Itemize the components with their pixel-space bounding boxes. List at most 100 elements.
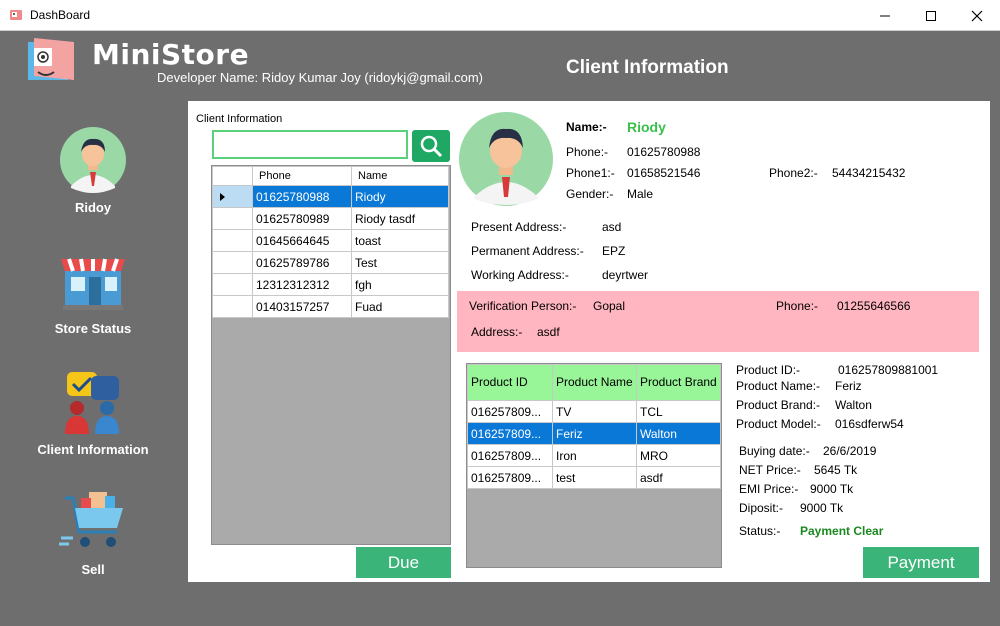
deposit-label: Diposit:-	[739, 501, 784, 515]
column-header-phone[interactable]: Phone	[252, 166, 352, 186]
table-row[interactable]: 01625789786 Test	[212, 251, 449, 274]
table-header-row: Product ID Product Name Product Brand	[467, 364, 721, 401]
present-address-label: Present Address:-	[471, 220, 567, 234]
cell-product-brand[interactable]: MRO	[636, 444, 721, 467]
client-chat-icon	[65, 372, 119, 434]
product-id-value: 016257809881001	[838, 363, 939, 377]
shopping-cart-icon	[59, 492, 123, 547]
status-label: Status:-	[739, 524, 781, 538]
table-row[interactable]: 01625780988 Riody	[212, 185, 449, 208]
cell-phone[interactable]: 01625789786	[252, 251, 352, 274]
minimize-button[interactable]	[862, 0, 908, 31]
client-grid: Phone Name 01625780988 Riody 01625780989…	[211, 165, 451, 545]
due-button[interactable]: Due	[356, 547, 451, 578]
row-selector[interactable]	[212, 295, 253, 318]
buying-date-value: 26/6/2019	[823, 444, 877, 458]
cell-phone[interactable]: 01625780989	[252, 207, 352, 230]
ministore-logo-icon	[28, 38, 74, 80]
minimize-icon	[880, 15, 890, 16]
cell-name[interactable]: Test	[351, 251, 449, 274]
phone-value: 01625780988	[627, 145, 701, 159]
cell-product-id[interactable]: 016257809...	[467, 422, 553, 445]
buying-date-label: Buying date:-	[739, 444, 810, 458]
net-price-value: 5645 Tk	[814, 463, 858, 477]
phone-label: Phone:-	[566, 145, 609, 159]
cell-name[interactable]: fgh	[351, 273, 449, 296]
verification-box: Verification Person:- Gopal Phone:- 0125…	[457, 291, 979, 352]
client-name-value: Riody	[627, 119, 666, 135]
permanent-address-label: Permanent Address:-	[471, 244, 584, 258]
product-brand-label: Product Brand:-	[736, 398, 821, 412]
cell-product-name[interactable]: TV	[552, 400, 637, 423]
payment-button[interactable]: Payment	[863, 547, 979, 578]
table-row[interactable]: 016257809... TV TCL	[467, 400, 721, 423]
cell-product-brand[interactable]: TCL	[636, 400, 721, 423]
sidebar-item-client-information[interactable]: Client Information	[0, 368, 186, 457]
cell-phone[interactable]: 01403157257	[252, 295, 352, 318]
product-model-label: Product Model:-	[736, 417, 821, 431]
cell-name[interactable]: Fuad	[351, 295, 449, 318]
row-selector[interactable]	[212, 251, 253, 274]
cell-product-brand[interactable]: Walton	[636, 422, 721, 445]
table-row[interactable]: 016257809... Iron MRO	[467, 444, 721, 467]
verification-phone-value: 01255646566	[837, 299, 911, 313]
store-icon	[61, 258, 125, 310]
close-button[interactable]	[954, 0, 1000, 31]
sidebar-item-store-status[interactable]: Store Status	[0, 247, 186, 336]
cell-phone[interactable]: 12312312312	[252, 273, 352, 296]
verification-address-label: Address:-	[471, 325, 523, 339]
window-titlebar: DashBoard	[0, 0, 1000, 31]
search-button[interactable]	[412, 130, 450, 162]
cell-product-name[interactable]: Iron	[552, 444, 637, 467]
row-selector[interactable]	[212, 273, 253, 296]
product-table: Product ID Product Name Product Brand 01…	[467, 364, 721, 489]
product-id-label: Product ID:-	[736, 363, 801, 377]
sidebar-item-label: Client Information	[37, 442, 149, 457]
verification-person-value: Gopal	[593, 299, 626, 313]
phone2-label: Phone2:-	[769, 166, 818, 180]
product-grid: Product ID Product Name Product Brand 01…	[466, 363, 722, 568]
cell-name[interactable]: Riody	[351, 185, 449, 208]
cell-product-name[interactable]: test	[552, 466, 637, 489]
cell-name[interactable]: toast	[351, 229, 449, 252]
cell-product-brand[interactable]: asdf	[636, 466, 721, 489]
table-row[interactable]: 016257809... test asdf	[467, 466, 721, 489]
user-avatar-icon	[60, 127, 126, 193]
emi-price-value: 9000 Tk	[810, 482, 854, 496]
maximize-button[interactable]	[908, 0, 954, 31]
row-selector[interactable]	[212, 185, 253, 208]
sidebar-item-sell[interactable]: Sell	[0, 488, 186, 577]
product-name-label: Product Name:-	[736, 379, 821, 393]
net-price-label: NET Price:-	[739, 463, 801, 477]
column-header-product-name[interactable]: Product Name	[552, 364, 637, 401]
column-header-product-id[interactable]: Product ID	[467, 364, 553, 401]
working-address-label: Working Address:-	[471, 268, 569, 282]
cell-phone[interactable]: 01645664645	[252, 229, 352, 252]
cell-phone[interactable]: 01625780988	[252, 185, 352, 208]
table-row[interactable]: 01645664645 toast	[212, 229, 449, 252]
table-row[interactable]: 01625780989 Riody tasdf	[212, 207, 449, 230]
row-selector[interactable]	[212, 229, 253, 252]
cell-product-id[interactable]: 016257809...	[467, 466, 553, 489]
row-header-corner	[212, 166, 253, 186]
sidebar-item-ridoy[interactable]: Ridoy	[0, 126, 186, 215]
table-row[interactable]: 016257809... Feriz Walton	[467, 422, 721, 445]
table-row[interactable]: 01403157257 Fuad	[212, 295, 449, 318]
brand-name: MiniStore	[92, 38, 250, 71]
cell-product-id[interactable]: 016257809...	[467, 444, 553, 467]
row-pointer-icon	[220, 193, 225, 202]
cell-name[interactable]: Riody tasdf	[351, 207, 449, 230]
present-address-value: asd	[602, 220, 622, 234]
sidebar-item-label: Sell	[81, 562, 105, 577]
table-row[interactable]: 12312312312 fgh	[212, 273, 449, 296]
column-header-name[interactable]: Name	[351, 166, 449, 186]
cell-product-id[interactable]: 016257809...	[467, 400, 553, 423]
phone1-value: 01658521546	[627, 166, 701, 180]
column-header-product-brand[interactable]: Product Brand	[636, 364, 721, 401]
cell-product-name[interactable]: Feriz	[552, 422, 637, 445]
row-selector[interactable]	[212, 207, 253, 230]
search-input[interactable]	[212, 130, 408, 159]
table-header-row: Phone Name	[212, 166, 449, 186]
product-model-value: 016sdferw54	[835, 417, 904, 431]
sidebar-item-label: Store Status	[54, 321, 132, 336]
